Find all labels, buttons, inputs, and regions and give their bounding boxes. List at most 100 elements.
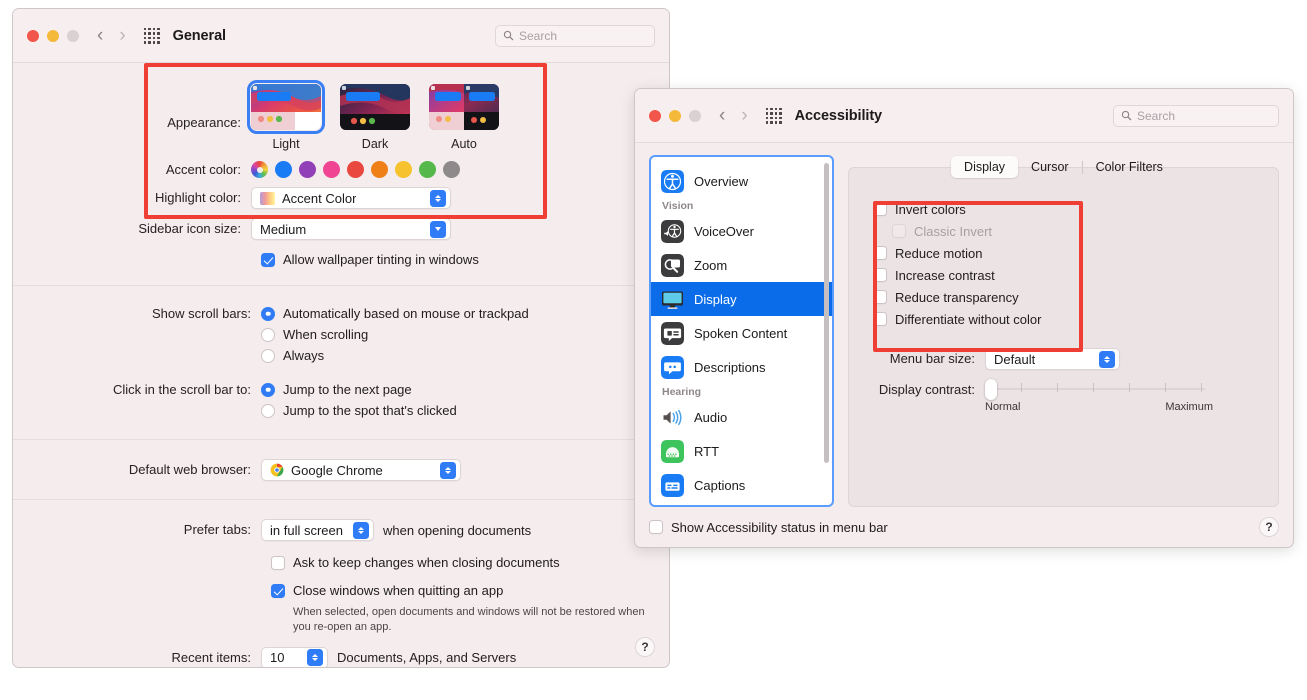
accessibility-display-panel: Display Cursor Color Filters Invert colo… xyxy=(848,167,1279,507)
scrollbar-option-when-scrolling[interactable]: When scrolling xyxy=(261,324,529,345)
scrollbar-option-automatic[interactable]: Automatically based on mouse or trackpad xyxy=(261,303,529,324)
wallpaper-tinting-checkbox[interactable] xyxy=(261,253,275,267)
prefer-tabs-stepper-icon[interactable] xyxy=(353,522,369,539)
click-radio-next-page[interactable] xyxy=(261,383,275,397)
minimize-button[interactable] xyxy=(47,30,59,42)
differentiate-without-color-row[interactable]: Differentiate without color xyxy=(873,308,1278,330)
sidebar-label-rtt: RTT xyxy=(694,444,719,459)
click-option-spot-clicked[interactable]: Jump to the spot that's clicked xyxy=(261,400,457,421)
differentiate-without-color-checkbox[interactable] xyxy=(873,312,887,326)
search-field[interactable]: Search xyxy=(495,25,655,47)
accessibility-forward-icon[interactable]: › xyxy=(741,106,747,125)
show-accessibility-status-checkbox[interactable] xyxy=(649,520,663,534)
sidebar-item-rtt[interactable]: RTT xyxy=(651,434,832,468)
highlight-color-stepper-icon[interactable] xyxy=(430,190,446,207)
menu-bar-size-stepper-icon[interactable] xyxy=(1099,351,1115,368)
navigation-arrows[interactable]: ‹ › xyxy=(97,26,126,45)
sidebar-icon-size-select[interactable]: Medium xyxy=(251,218,451,240)
accent-swatch-multicolor[interactable] xyxy=(251,161,268,178)
default-browser-stepper-icon[interactable] xyxy=(440,462,456,479)
tab-cursor[interactable]: Cursor xyxy=(1018,156,1082,178)
slider-knob[interactable] xyxy=(985,379,997,400)
back-icon[interactable]: ‹ xyxy=(97,26,103,45)
appearance-option-light[interactable]: Light xyxy=(251,84,321,151)
increase-contrast-row[interactable]: Increase contrast xyxy=(873,264,1278,286)
accessibility-tab-bar[interactable]: Display Cursor Color Filters xyxy=(849,156,1278,178)
accessibility-navigation-arrows[interactable]: ‹ › xyxy=(719,106,748,125)
prefer-tabs-select[interactable]: in full screen xyxy=(261,519,374,541)
recent-items-select[interactable]: 10 xyxy=(261,647,328,668)
sidebar-item-spoken-content[interactable]: Spoken Content xyxy=(651,316,832,350)
scrollbar-radio-automatic[interactable] xyxy=(261,307,275,321)
accent-swatch-purple[interactable] xyxy=(299,161,316,178)
click-radio-spot-clicked[interactable] xyxy=(261,404,275,418)
appearance-options[interactable]: Light xyxy=(251,84,499,151)
accent-swatch-yellow[interactable] xyxy=(395,161,412,178)
accessibility-minimize-button[interactable] xyxy=(669,110,681,122)
tab-display[interactable]: Display xyxy=(951,156,1018,178)
menu-bar-size-select[interactable]: Default xyxy=(985,348,1120,370)
accent-color-swatches[interactable] xyxy=(251,161,460,178)
wallpaper-tinting-checkbox-row[interactable]: Allow wallpaper tinting in windows xyxy=(261,249,479,270)
accent-swatch-blue[interactable] xyxy=(275,161,292,178)
sidebar-item-descriptions[interactable]: Descriptions xyxy=(651,350,832,384)
accessibility-help-button[interactable]: ? xyxy=(1259,517,1279,537)
ask-keep-changes-checkbox-row[interactable]: Ask to keep changes when closing documen… xyxy=(271,552,560,573)
reduce-motion-row[interactable]: Reduce motion xyxy=(873,242,1278,264)
general-help-button[interactable]: ? xyxy=(635,637,655,657)
accent-swatch-graphite[interactable] xyxy=(443,161,460,178)
accent-swatch-pink[interactable] xyxy=(323,161,340,178)
accessibility-search-field[interactable]: Search xyxy=(1113,105,1279,127)
click-label-spot-clicked: Jump to the spot that's clicked xyxy=(283,403,457,418)
appearance-thumb-dark[interactable] xyxy=(340,84,410,130)
appearance-option-auto[interactable]: Auto xyxy=(429,84,499,151)
forward-icon[interactable]: › xyxy=(119,26,125,45)
scrollbar-option-always[interactable]: Always xyxy=(261,345,529,366)
captions-icon xyxy=(661,474,684,497)
sidebar-item-audio[interactable]: Audio xyxy=(651,400,832,434)
reduce-transparency-checkbox[interactable] xyxy=(873,290,887,304)
display-contrast-slider[interactable] xyxy=(985,382,1205,396)
sidebar-item-overview[interactable]: Overview xyxy=(651,164,832,198)
appearance-option-dark[interactable]: Dark xyxy=(340,84,410,151)
accessibility-close-button[interactable] xyxy=(649,110,661,122)
accent-swatch-orange[interactable] xyxy=(371,161,388,178)
reduce-transparency-row[interactable]: Reduce transparency xyxy=(873,286,1278,308)
window-controls[interactable] xyxy=(27,30,79,42)
click-option-next-page[interactable]: Jump to the next page xyxy=(261,379,457,400)
click-scroll-bar-options[interactable]: Jump to the next page Jump to the spot t… xyxy=(261,379,457,421)
sidebar-item-display[interactable]: Display xyxy=(651,282,832,316)
ask-keep-changes-checkbox[interactable] xyxy=(271,556,285,570)
invert-colors-checkbox[interactable] xyxy=(873,202,887,216)
appearance-thumb-light[interactable] xyxy=(251,84,321,130)
accent-swatch-red[interactable] xyxy=(347,161,364,178)
accessibility-sidebar[interactable]: Overview Vision xyxy=(649,155,834,507)
appearance-thumb-auto[interactable] xyxy=(429,84,499,130)
sidebar-label-display: Display xyxy=(694,292,737,307)
default-browser-select[interactable]: Google Chrome xyxy=(261,459,461,481)
close-windows-checkbox-row[interactable]: Close windows when quitting an app xyxy=(271,580,663,601)
sidebar-item-voiceover[interactable]: VoiceOver xyxy=(651,214,832,248)
sidebar-item-zoom[interactable]: Zoom xyxy=(651,248,832,282)
reduce-motion-checkbox[interactable] xyxy=(873,246,887,260)
sidebar-icon-size-caret-icon[interactable] xyxy=(430,221,446,238)
scrollbar-radio-when-scrolling[interactable] xyxy=(261,328,275,342)
accessibility-zoom-button[interactable] xyxy=(689,110,701,122)
zoom-button[interactable] xyxy=(67,30,79,42)
accessibility-window-controls[interactable] xyxy=(649,110,701,122)
accessibility-back-icon[interactable]: ‹ xyxy=(719,106,725,125)
sidebar-scrollbar[interactable] xyxy=(824,163,829,463)
show-scroll-bars-options[interactable]: Automatically based on mouse or trackpad… xyxy=(261,303,529,366)
show-all-grid-icon[interactable] xyxy=(144,28,160,44)
tab-color-filters[interactable]: Color Filters xyxy=(1083,156,1176,178)
recent-items-stepper-icon[interactable] xyxy=(307,649,323,666)
increase-contrast-checkbox[interactable] xyxy=(873,268,887,282)
sidebar-item-captions[interactable]: Captions xyxy=(651,468,832,502)
highlight-color-select[interactable]: Accent Color xyxy=(251,187,451,209)
accessibility-show-all-grid-icon[interactable] xyxy=(766,108,782,124)
scrollbar-radio-always[interactable] xyxy=(261,349,275,363)
close-windows-checkbox[interactable] xyxy=(271,584,285,598)
accent-swatch-green[interactable] xyxy=(419,161,436,178)
invert-colors-row[interactable]: Invert colors xyxy=(873,198,1278,220)
close-button[interactable] xyxy=(27,30,39,42)
